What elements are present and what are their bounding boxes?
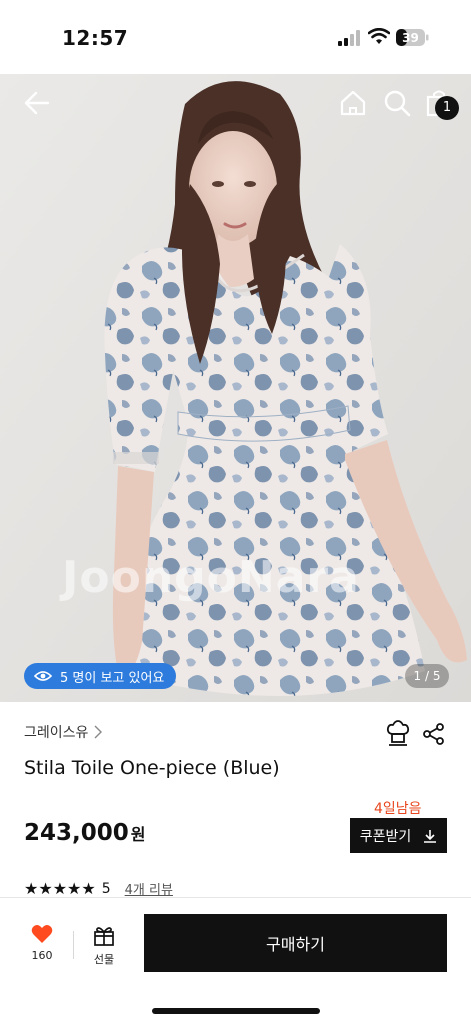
heart-icon — [31, 925, 53, 943]
watermark: JoongoNara — [62, 552, 360, 603]
coupon-button[interactable]: 쿠폰받기 — [350, 818, 447, 853]
product-image-carousel[interactable]: JoongoNara — [0, 74, 471, 702]
review-link[interactable]: 4개 리뷰 — [125, 879, 173, 898]
chevron-right-icon — [94, 725, 103, 739]
wifi-icon — [368, 28, 390, 44]
signal-icon — [338, 30, 360, 46]
price-amount: 243,000 — [24, 820, 129, 846]
like-count: 160 — [31, 949, 53, 962]
rating-stars: ★★★★★ — [24, 879, 96, 898]
rating-row: ★★★★★ 5 4개 리뷰 — [24, 879, 173, 898]
home-icon[interactable] — [338, 88, 368, 118]
gift-icon — [94, 927, 114, 946]
product-photo — [0, 74, 471, 702]
deadline-text: 4일남음 — [374, 801, 422, 817]
back-arrow-icon[interactable] — [22, 88, 52, 118]
battery-icon: 39 — [396, 29, 429, 46]
divider — [73, 931, 74, 959]
brand-name: 그레이스유 — [24, 725, 89, 741]
viewers-text: 5 명이 보고 있어요 — [60, 670, 165, 686]
share-icon[interactable] — [422, 722, 446, 746]
coupon-label: 쿠폰받기 — [359, 828, 412, 845]
status-time: 12:57 — [62, 26, 129, 50]
search-icon[interactable] — [382, 88, 412, 118]
price-unit: 원 — [130, 825, 146, 844]
cart-count-badge: 1 — [435, 96, 459, 120]
download-icon — [424, 829, 437, 843]
buy-button[interactable]: 구매하기 — [144, 914, 447, 972]
eye-icon — [34, 671, 52, 681]
status-bar: 12:57 39 — [0, 0, 471, 74]
brand-link[interactable]: 그레이스유 — [24, 722, 103, 742]
price: 243,000 원 — [24, 820, 146, 846]
page-indicator: 1 / 5 — [405, 664, 449, 688]
like-button[interactable]: 160 — [22, 924, 62, 968]
gift-button[interactable]: 선물 — [86, 924, 122, 968]
rating-value: 5 — [101, 880, 111, 897]
viewers-pill: 5 명이 보고 있어요 — [24, 663, 177, 689]
gift-label: 선물 — [93, 953, 115, 966]
chef-hat-icon[interactable] — [386, 720, 410, 746]
home-indicator — [152, 1008, 320, 1014]
svg-text:39: 39 — [402, 31, 419, 45]
product-title: Stila Toile One-piece (Blue) — [24, 757, 280, 779]
